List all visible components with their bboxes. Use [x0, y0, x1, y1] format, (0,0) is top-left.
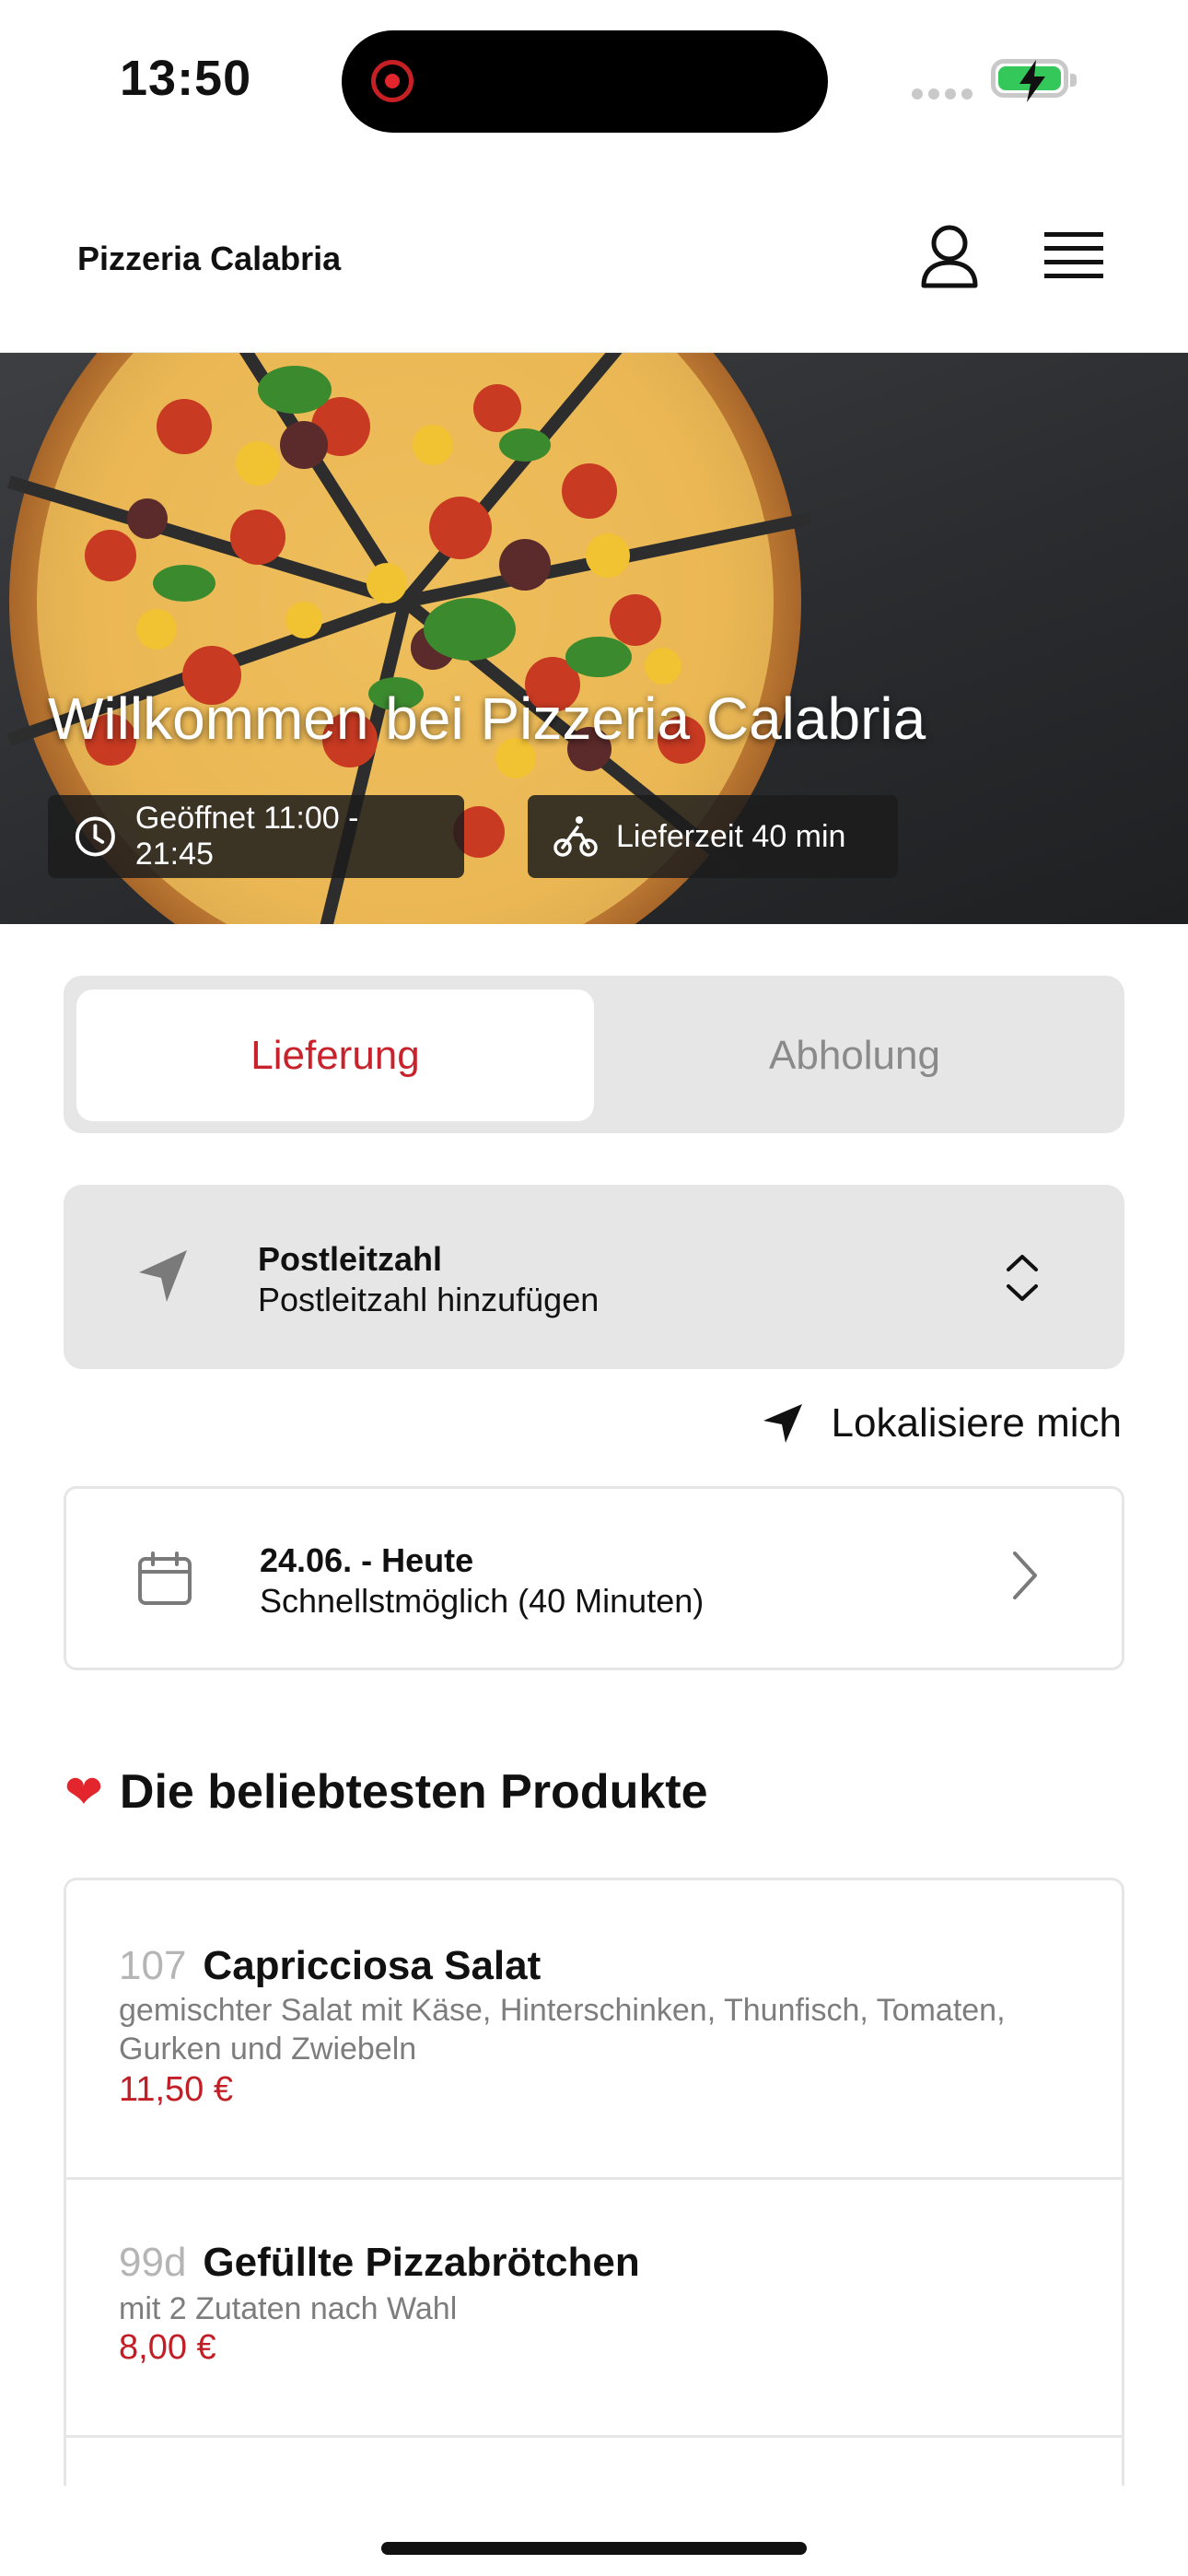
- tab-pickup[interactable]: Abholung: [596, 989, 1113, 1121]
- product-price: 8,00 €: [119, 2328, 216, 2367]
- brand-name[interactable]: Pizzeria Calabria: [77, 240, 341, 278]
- order-mode-toggle: Lieferung Abholung: [64, 976, 1124, 1133]
- product-number: 99d: [119, 2240, 187, 2285]
- user-icon[interactable]: [917, 223, 982, 294]
- battery-icon: [991, 59, 1077, 102]
- product-name-line: 99d Gefüllte Pizzabrötchen: [119, 2240, 640, 2286]
- location-arrow-icon: [763, 1404, 802, 1443]
- product-price: 11,50 €: [119, 2070, 233, 2109]
- date-subtitle: Schnellstmöglich (40 Minuten): [260, 1582, 705, 1620]
- locate-me-button[interactable]: Lokalisiere mich: [762, 1400, 1122, 1446]
- opening-hours-text: Geöffnet 11:00 - 21:45: [134, 801, 359, 872]
- product-name: Gefüllte Pizzabrötchen: [203, 2240, 640, 2285]
- chevron-right-icon: [1013, 1551, 1037, 1599]
- product-name-line: 107 Capricciosa Salat: [119, 1943, 541, 1989]
- home-indicator[interactable]: [381, 2542, 807, 2555]
- chevron-updown-icon: [1007, 1255, 1038, 1301]
- product-list: 107 Capricciosa Salat gemischter Salat mi…: [64, 1878, 1124, 2486]
- product-item[interactable]: 99d Gefüllte Pizzabrötchen mit 2 Zutaten …: [66, 2177, 1122, 2438]
- signal-icon: [912, 88, 978, 104]
- app-header: Pizzeria Calabria: [0, 175, 1188, 354]
- date-selector[interactable]: 24.06. - Heute Schnellstmöglich (40 Minu…: [64, 1486, 1124, 1670]
- dynamic-island: [342, 30, 828, 133]
- hero-title: Willkommen bei Pizzeria Calabria: [48, 685, 926, 752]
- popular-section-title: ❤ Die beliebtesten Produkte: [64, 1764, 708, 1820]
- calendar-icon: [138, 1551, 192, 1605]
- heart-icon: ❤: [64, 1766, 103, 1818]
- popular-title-text: Die beliebtesten Produkte: [119, 1765, 708, 1819]
- recording-indicator-icon: [371, 60, 413, 102]
- clock-icon: [75, 816, 115, 857]
- delivery-time-text: Lieferzeit 40 min: [616, 818, 846, 854]
- postal-code-label: Postleitzahl: [258, 1240, 443, 1278]
- postal-code-selector[interactable]: Postleitzahl Postleitzahl hinzufügen: [64, 1185, 1124, 1369]
- tab-delivery[interactable]: Lieferung: [76, 989, 594, 1121]
- product-number: 107: [119, 1943, 187, 1988]
- status-time: 13:50: [120, 51, 252, 106]
- location-arrow-icon: [139, 1250, 187, 1302]
- bike-icon: [553, 816, 598, 857]
- locate-me-label: Lokalisiere mich: [831, 1400, 1122, 1446]
- opening-hours-badge: Geöffnet 11:00 - 21:45: [48, 795, 464, 878]
- date-title: 24.06. - Heute: [260, 1541, 474, 1579]
- product-description: gemischter Salat mit Käse, Hinterschinke…: [119, 1993, 1006, 2067]
- delivery-time-badge: Lieferzeit 40 min: [528, 795, 898, 878]
- product-name: Capricciosa Salat: [203, 1943, 542, 1988]
- hero-banner: Willkommen bei Pizzeria Calabria Geöffne…: [0, 353, 1188, 924]
- status-bar: 13:50: [0, 0, 1188, 157]
- menu-icon[interactable]: [1044, 230, 1103, 287]
- product-item[interactable]: 107 Capricciosa Salat gemischter Salat mi…: [66, 1880, 1122, 2180]
- postal-code-placeholder: Postleitzahl hinzufügen: [258, 1281, 600, 1318]
- product-description: mit 2 Zutaten nach Wahl: [119, 2291, 458, 2326]
